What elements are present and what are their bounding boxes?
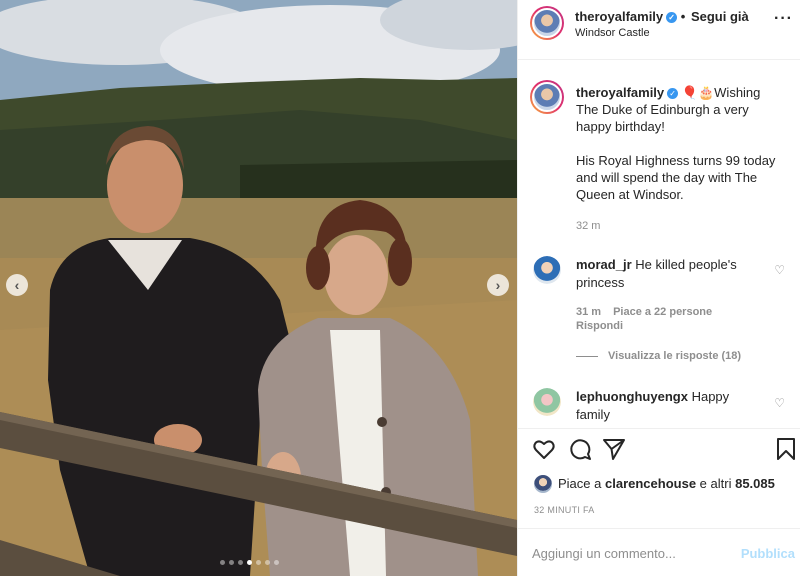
list-item: morad_jr He killed people's princess [576,256,766,292]
follow-button[interactable]: Segui già [691,9,749,24]
likes-prefix: Piace a [558,476,602,491]
verified-badge-icon: ✓ [666,12,678,23]
post-actions: Piace a clarencehouse e altri 85.085 32 … [518,428,800,528]
carousel-dot [247,560,252,565]
likes-count[interactable]: 85.085 [735,476,775,491]
likes-suffix: e altri [699,476,732,491]
carousel-indicator [220,560,279,565]
likes-summary[interactable]: Piace a clarencehouse e altri 85.085 [558,476,775,491]
separator: • [680,9,686,24]
avatar[interactable] [534,475,552,493]
verified-badge-icon: ✓ [667,88,679,99]
post-photo[interactable]: ‹ › [0,0,517,576]
avatar[interactable] [533,256,561,284]
comment-like-heart-icon[interactable]: ♡ [774,263,785,277]
caption-emoji: 🎈🎂 [681,85,715,100]
carousel-dot [256,560,261,565]
publish-button[interactable]: Pubblica [741,546,795,561]
reply-button[interactable]: Rispondi [576,320,623,332]
post-side-panel: theroyalfamily ✓ • Segui già Windsor Cast… [517,0,800,576]
add-comment-bar: Pubblica [518,528,800,576]
comment-username[interactable]: morad_jr [576,257,632,272]
comments-list[interactable]: theroyalfamily ✓ 🎈🎂Wishing The Duke of Ed… [518,60,800,428]
post-header: theroyalfamily ✓ • Segui già Windsor Cast… [518,0,800,60]
carousel-dot [220,560,225,565]
caption-timestamp: 32 m [576,220,601,232]
like-heart-icon[interactable] [532,437,556,461]
comment-bubble-icon[interactable] [568,437,592,461]
carousel-dot [274,560,279,565]
carousel-prev-button[interactable]: ‹ [6,274,28,296]
share-paper-plane-icon[interactable] [602,437,626,461]
avatar[interactable] [533,388,561,416]
avatar[interactable] [530,6,564,40]
caption-line2: His Royal Highness turns 99 today and wi… [576,153,776,202]
carousel-dot [265,560,270,565]
header-user-line: theroyalfamily ✓ • Segui già [575,9,749,24]
list-item: lephuonghuyengx Happy family [576,388,766,424]
view-replies-button[interactable]: Visualizza le risposte (18) [576,350,741,362]
location-link[interactable]: Windsor Castle [575,27,650,39]
save-bookmark-icon[interactable] [775,437,797,461]
post-caption: theroyalfamily ✓ 🎈🎂Wishing The Duke of Ed… [576,84,784,203]
carousel-dot [229,560,234,565]
likes-user-link[interactable]: clarencehouse [605,476,696,491]
comment-like-heart-icon[interactable]: ♡ [774,396,785,410]
comment-meta: 31 m Piace a 22 persone [576,306,724,318]
photo-image [0,0,517,576]
comment-input[interactable] [532,541,732,565]
carousel-dot [238,560,243,565]
comment-timestamp: 31 m [576,306,602,318]
post-time-ago: 32 MINUTI FA [534,505,595,515]
caption-username[interactable]: theroyalfamily [576,85,664,100]
comment-likes-count[interactable]: Piace a 22 persone [613,306,712,318]
more-options-icon[interactable]: ··· [774,10,793,28]
carousel-next-button[interactable]: › [487,274,509,296]
avatar[interactable] [530,80,564,114]
username-link[interactable]: theroyalfamily [575,9,663,24]
comment-username[interactable]: lephuonghuyengx [576,389,688,404]
